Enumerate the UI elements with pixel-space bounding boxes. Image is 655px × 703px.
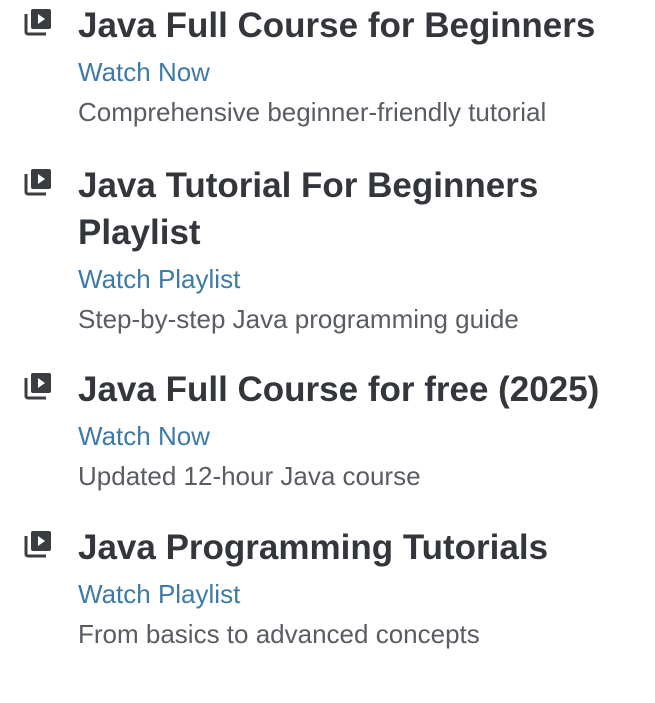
resource-item: Java Programming Tutorials Watch Playlis…	[24, 524, 646, 650]
video-playlist-icon	[24, 8, 52, 36]
watch-playlist-link[interactable]: Watch Playlist	[78, 263, 646, 295]
watch-now-link[interactable]: Watch Now	[78, 56, 646, 88]
video-playlist-icon	[24, 168, 52, 196]
resource-description: Comprehensive beginner-friendly tutorial	[78, 97, 547, 127]
resource-item: Java Tutorial For Beginners Playlist Wat…	[24, 162, 646, 335]
resource-title: Java Full Course for Beginners	[78, 6, 596, 45]
watch-now-link[interactable]: Watch Now	[78, 420, 646, 452]
resource-description: Updated 12-hour Java course	[78, 461, 421, 491]
resource-title: Java Full Course for free (2025)	[78, 370, 600, 409]
video-resource-list: Java Full Course for Beginners Watch Now…	[0, 0, 655, 653]
resource-title: Java Programming Tutorials	[78, 528, 549, 567]
resource-item: Java Full Course for Beginners Watch Now…	[24, 2, 646, 128]
resource-description: From basics to advanced concepts	[78, 619, 480, 649]
watch-playlist-link[interactable]: Watch Playlist	[78, 578, 646, 610]
video-playlist-icon	[24, 530, 52, 558]
resource-description: Step-by-step Java programming guide	[78, 304, 519, 334]
resource-item: Java Full Course for free (2025) Watch N…	[24, 366, 646, 492]
video-playlist-icon	[24, 372, 52, 400]
resource-title: Java Tutorial For Beginners Playlist	[78, 166, 539, 252]
